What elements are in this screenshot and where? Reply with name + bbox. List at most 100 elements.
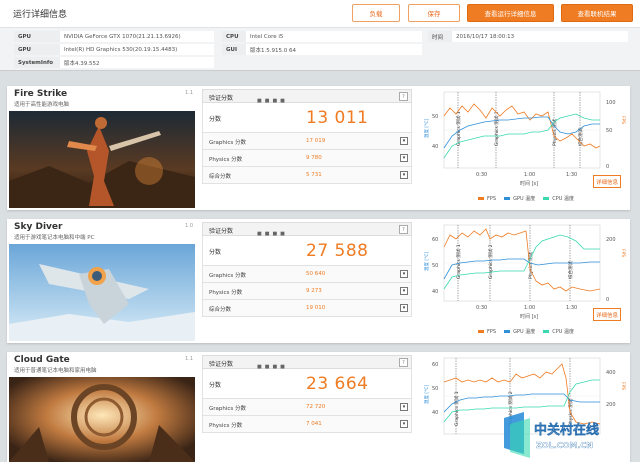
marker-label: Graphics 测试 1	[455, 111, 462, 146]
subscore-row[interactable]: Graphics 分数 17 019 ▾	[202, 133, 412, 150]
subscore-value: 17 019	[306, 138, 326, 144]
subscore-value: 7 041	[306, 421, 322, 427]
score-panel: 验证分数 ■■■■ ? 分数 23 664 Graphics 分数 72 720…	[202, 355, 412, 433]
validation-row: 验证分数 ■■■■ ?	[202, 222, 412, 237]
score-label: 分数	[209, 249, 222, 256]
save-button[interactable]: 保存	[408, 4, 460, 22]
legend-label: FPS	[487, 328, 497, 335]
test-subtitle: 适用于高性能游戏电脑	[14, 102, 70, 108]
system-info-row: SystemInfo 版本4.39.552	[14, 57, 214, 68]
expand-chevron-icon[interactable]: ▾	[400, 403, 408, 411]
overall-score-row: 分数 23 664	[202, 369, 412, 399]
expand-chevron-icon[interactable]: ▾	[400, 154, 408, 162]
marker-label: Graphics 测试 1	[455, 244, 462, 279]
view-run-details-button[interactable]: 查看运行详细信息	[467, 4, 554, 22]
system-info-panel: GPU NVIDIA GeForce GTX 1070(21.21.13.692…	[0, 27, 640, 71]
y-right-tick: 400	[606, 370, 616, 376]
info-value: Intel Core i5	[250, 33, 284, 40]
y-left-tick: 40	[432, 410, 438, 416]
validation-label: 验证分数	[209, 361, 234, 368]
monitoring-chart-panel: Graphics 测试 1 Graphics 测试 2 Physics 测试 综…	[420, 219, 628, 343]
subscore-value: 9 273	[306, 288, 322, 294]
x-tick: 0:30	[476, 305, 487, 311]
y-right-label: FPS	[620, 249, 626, 257]
test-subtitle: 适用于普通笔记本电脑和家用电脑	[14, 368, 97, 374]
y-left-tick: 50	[432, 263, 438, 269]
test-version: 1.1	[185, 356, 193, 362]
load-button[interactable]: 负载	[352, 4, 400, 22]
expand-chevron-icon[interactable]: ▾	[400, 137, 408, 145]
details-button[interactable]: 详细信息	[593, 175, 621, 188]
chart-legend: FPS GPU 温度 CPU 温度	[478, 328, 574, 335]
view-online-results-button[interactable]: 查看联机结果	[561, 4, 633, 22]
info-value: Intel(R) HD Graphics 530(20.19.15.4483)	[64, 46, 178, 53]
validation-label: 验证分数	[209, 95, 234, 102]
info-key: GUI	[222, 44, 246, 55]
expand-chevron-icon[interactable]: ▾	[400, 304, 408, 312]
subscore-row[interactable]: 综合分数 19 010 ▾	[202, 300, 412, 317]
subscore-row[interactable]: Graphics 分数 72 720 ▾	[202, 399, 412, 416]
subscore-row[interactable]: Physics 分数 7 041 ▾	[202, 416, 412, 433]
y-right-tick: 0	[606, 164, 609, 170]
info-value: NVIDIA GeForce GTX 1070(21.21.13.6926)	[64, 33, 181, 40]
x-tick: 1:00	[524, 172, 535, 178]
gui-row: GUI 版本1.5.915.0 64	[222, 44, 422, 55]
y-right-tick: 0	[606, 297, 609, 303]
x-tick: 1:30	[566, 172, 577, 178]
y-right-tick: 200	[606, 237, 616, 243]
y-left-tick: 60	[432, 237, 438, 243]
legend-swatch-fps	[478, 197, 484, 200]
subscore-row[interactable]: Physics 分数 9 780 ▾	[202, 150, 412, 167]
help-icon[interactable]: ?	[399, 92, 408, 101]
monitoring-chart: Graphics 测试 1 Graphics 测试 2 Physics 测试 综…	[423, 224, 626, 320]
test-info-panel: Cloud Gate 适用于普通笔记本电脑和家用电脑 1.1	[7, 352, 197, 462]
system-info-row: GPU NVIDIA GeForce GTX 1070(21.21.13.692…	[14, 31, 214, 42]
chart-legend: FPS GPU 温度 CPU 温度	[478, 195, 574, 202]
subscore-row[interactable]: Graphics 分数 50 640 ▾	[202, 266, 412, 283]
marker-label: Graphics 测试 2	[487, 244, 494, 279]
score-label: 分数	[209, 382, 222, 389]
subscore-value: 19 010	[306, 305, 326, 311]
score-panel: 验证分数 ■■■■ ? 分数 27 588 Graphics 分数 50 640…	[202, 222, 412, 317]
legend-swatch-gpu	[504, 330, 511, 333]
watermark-cn: 中关村在线	[534, 422, 599, 438]
overall-score: 13 011	[306, 108, 369, 128]
x-tick: 1:00	[524, 305, 535, 311]
help-icon[interactable]: ?	[399, 225, 408, 234]
test-version: 1.0	[185, 223, 193, 229]
info-value: 2016/10/17 18:00:13	[456, 33, 515, 40]
subscore-label: Graphics 分数	[209, 273, 247, 279]
x-tick: 1:30	[566, 305, 577, 311]
y-left-tick: 40	[432, 289, 438, 295]
expand-chevron-icon[interactable]: ▾	[400, 287, 408, 295]
fire-strike-artwork	[9, 111, 195, 208]
legend-label: GPU 温度	[513, 329, 536, 335]
subscore-label: Graphics 分数	[209, 406, 247, 412]
details-button[interactable]: 详细信息	[593, 308, 621, 321]
info-key: GPU	[14, 44, 60, 55]
expand-chevron-icon[interactable]: ▾	[400, 270, 408, 278]
expand-chevron-icon[interactable]: ▾	[400, 171, 408, 179]
help-icon[interactable]: ?	[399, 358, 408, 367]
expand-chevron-icon[interactable]: ▾	[400, 420, 408, 428]
y-left-label: 温度 [°C]	[423, 384, 430, 404]
y-right-tick: 50	[606, 128, 612, 134]
cloud-gate-artwork	[9, 377, 195, 462]
info-key: SystemInfo	[14, 57, 60, 68]
y-left-tick: 40	[432, 144, 438, 150]
subscore-row[interactable]: Physics 分数 9 273 ▾	[202, 283, 412, 300]
watermark-en: ZOL.COM.CN	[536, 441, 593, 450]
y-right-tick: 100	[606, 100, 616, 106]
overall-score-row: 分数 13 011	[202, 103, 412, 133]
time-row: 时间 2016/10/17 18:00:13	[428, 31, 628, 42]
header-bar: 运行详细信息 负载 保存 查看运行详细信息 查看联机结果	[0, 0, 640, 27]
test-info-panel: Sky Diver 适用于游戏笔记本电脑和中端 PC 1.0	[7, 219, 197, 343]
validation-row: 验证分数 ■■■■ ?	[202, 89, 412, 104]
subscore-value: 9 780	[306, 155, 322, 161]
subscore-row[interactable]: 综合分数 5 731 ▾	[202, 167, 412, 184]
subscore-label: Physics 分数	[209, 157, 243, 163]
test-info-panel: Fire Strike 适用于高性能游戏电脑 1.1	[7, 86, 197, 210]
legend-label: CPU 温度	[552, 329, 574, 335]
info-value: 版本1.5.915.0 64	[250, 47, 296, 54]
y-left-tick: 50	[432, 114, 438, 120]
